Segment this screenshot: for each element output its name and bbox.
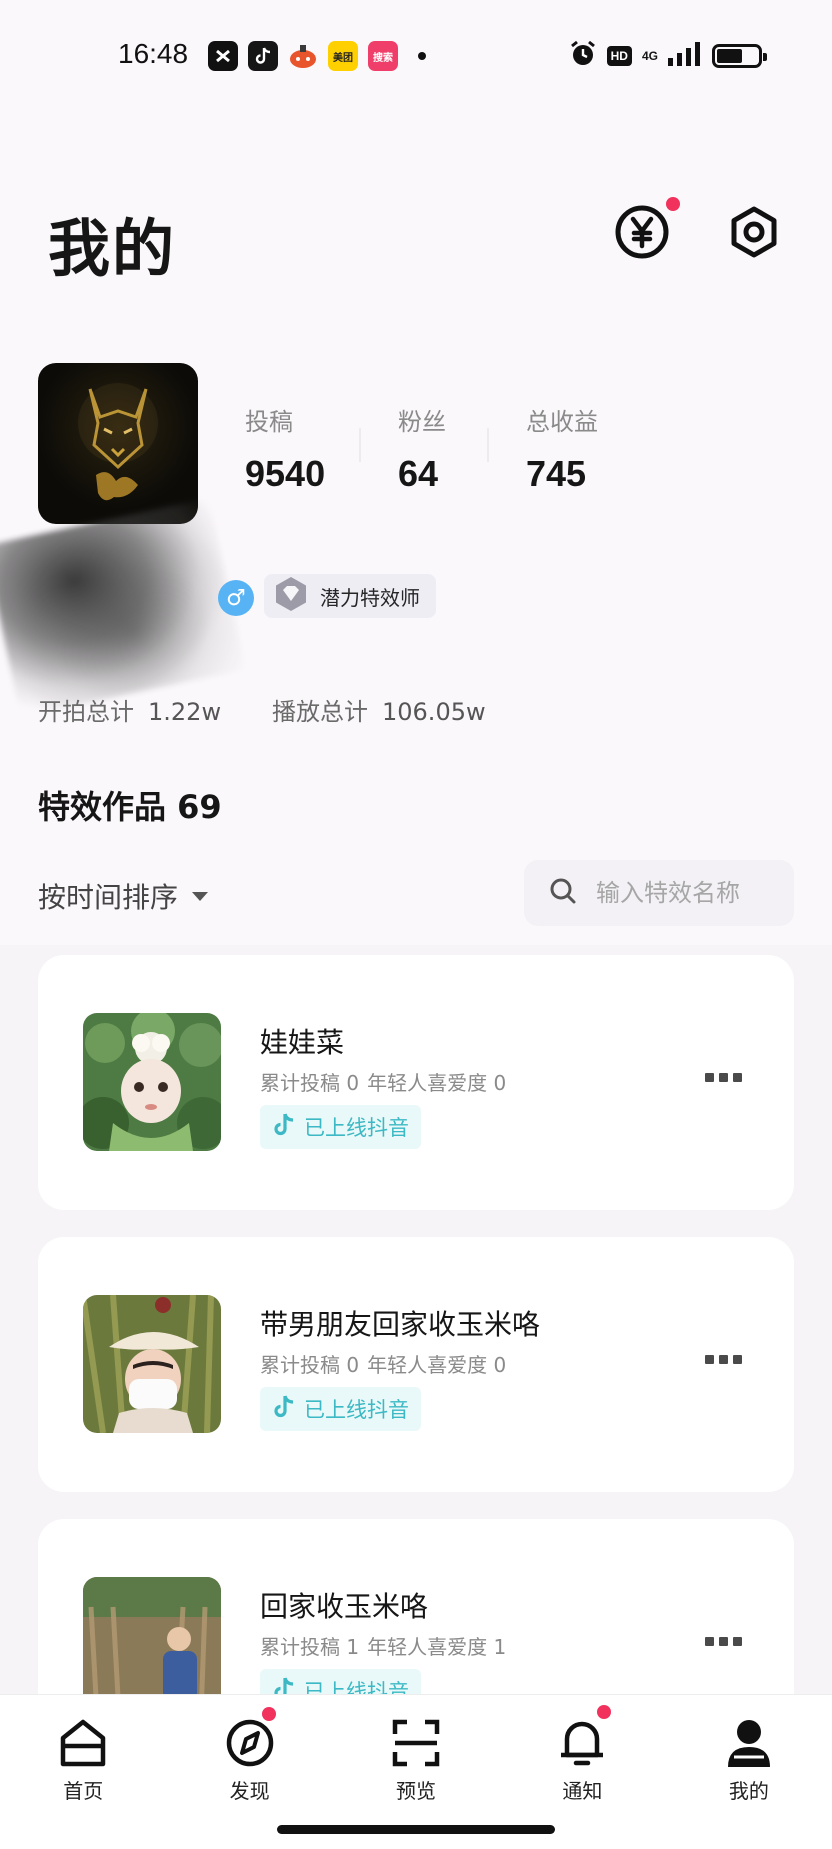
stat-label: 投稿 [245,408,293,436]
stat-fans[interactable]: 粉丝 64 [398,402,446,495]
diamond-icon [272,575,310,617]
sort-dropdown[interactable]: 按时间排序 [38,876,209,916]
yuan-coin-icon [614,204,670,264]
search-input[interactable] [596,879,776,907]
effect-popularity: 年轻人喜爱度 1 [367,1635,507,1659]
nav-label: 我的 [728,1779,769,1803]
total-plays-value: 106.05w [382,698,486,726]
effect-name: 娃娃菜 [260,1026,345,1059]
gender-male-icon: ♂ [218,580,254,616]
hd-badge: HD [606,46,632,66]
effect-name: 回家收玉米咯 [260,1590,429,1623]
home-indicator[interactable] [277,1825,555,1834]
online-status-text: 已上线抖音 [304,1398,409,1422]
nav-label: 首页 [63,1779,104,1803]
stat-divider [487,428,489,462]
effect-card[interactable]: 娃娃菜 累计投稿 0 年轻人喜爱度 0 已上线抖音 [38,955,794,1210]
status-bar: 16:48 美团 搜索 HD 4G [0,0,832,110]
online-status-tag: 已上线抖音 [260,1105,421,1149]
home-icon [57,1717,109,1769]
more-options-button[interactable] [699,1349,748,1370]
nav-label: 预览 [396,1779,437,1803]
caret-down-icon [192,891,209,901]
nav-home[interactable]: 首页 [0,1695,166,1810]
page-title: 我的 [48,212,177,285]
wolf-avatar-icon [78,383,158,501]
online-status-tag: 已上线抖音 [260,1387,421,1431]
meituan-icon: 美团 [328,41,358,71]
douyin-icon [248,41,278,71]
bottom-navigation: 首页 发现 预览 通知 我的 [0,1694,832,1810]
earnings-badge-dot [666,197,680,211]
effect-thumbnail [83,1295,221,1433]
stat-divider [359,428,361,462]
nav-label: 发现 [229,1779,270,1803]
effect-submissions: 累计投稿 0 [260,1071,360,1095]
compass-icon [224,1717,276,1769]
total-shoots-value: 1.22w [148,698,222,726]
settings-icon [726,204,782,264]
total-shoots-label: 开拍总计 [38,698,134,726]
game-icon [288,41,318,71]
notification-dot [418,52,426,60]
alarm-icon [569,40,597,72]
douyin-tag-icon [272,1394,296,1424]
total-plays: 播放总计 106.05w [272,692,486,727]
signal-icon [668,42,702,70]
creator-title-text: 潜力特效师 [320,585,420,610]
nav-me[interactable]: 我的 [666,1695,832,1810]
stat-label: 粉丝 [398,408,446,436]
capcut-icon [208,41,238,71]
effect-thumbnail [83,1013,221,1151]
stat-label: 总收益 [526,408,598,436]
network-type: 4G [641,49,658,63]
more-options-button[interactable] [699,1631,748,1652]
effect-stats: 累计投稿 1 年轻人喜爱度 1 [260,1631,506,1660]
avatar[interactable] [38,363,198,524]
works-title: 特效作品 69 [38,788,222,826]
stat-submissions[interactable]: 投稿 9540 [245,402,325,495]
search-app-icon: 搜索 [368,41,398,71]
settings-button[interactable] [724,204,784,264]
effect-popularity: 年轻人喜爱度 0 [367,1353,507,1377]
effect-card[interactable]: 带男朋友回家收玉米咯 累计投稿 0 年轻人喜爱度 0 已上线抖音 [38,1237,794,1492]
nav-label: 通知 [562,1779,603,1803]
effect-submissions: 累计投稿 0 [260,1353,360,1377]
creator-title-badge[interactable]: 潜力特效师 [264,574,436,618]
more-options-button[interactable] [699,1067,748,1088]
earnings-button[interactable] [612,197,680,264]
effect-popularity: 年轻人喜爱度 0 [367,1071,507,1095]
stat-value: 9540 [245,453,326,494]
effect-stats: 累计投稿 0 年轻人喜爱度 0 [260,1349,506,1378]
sort-label: 按时间排序 [38,881,179,914]
user-icon [723,1717,775,1769]
stat-value: 64 [398,453,439,494]
stat-value: 745 [526,453,587,494]
notifications-badge-dot [597,1705,612,1719]
battery-icon [712,44,767,68]
nav-preview[interactable]: 预览 [333,1695,499,1810]
online-status-text: 已上线抖音 [304,1116,409,1140]
douyin-tag-icon [272,1112,296,1142]
total-shoots: 开拍总计 1.22w [38,692,221,727]
effect-search-box[interactable] [524,860,794,926]
nav-notifications[interactable]: 通知 [499,1695,665,1810]
bell-icon [556,1717,608,1769]
scan-icon [390,1717,442,1769]
total-plays-label: 播放总计 [272,698,368,726]
nav-discover[interactable]: 发现 [166,1695,332,1810]
status-time: 16:48 [118,38,189,69]
stat-earnings[interactable]: 总收益 745 [526,402,598,495]
effect-name: 带男朋友回家收玉米咯 [260,1308,541,1341]
effect-submissions: 累计投稿 1 [260,1635,360,1659]
effect-stats: 累计投稿 0 年轻人喜爱度 0 [260,1067,506,1096]
search-icon [548,876,578,910]
